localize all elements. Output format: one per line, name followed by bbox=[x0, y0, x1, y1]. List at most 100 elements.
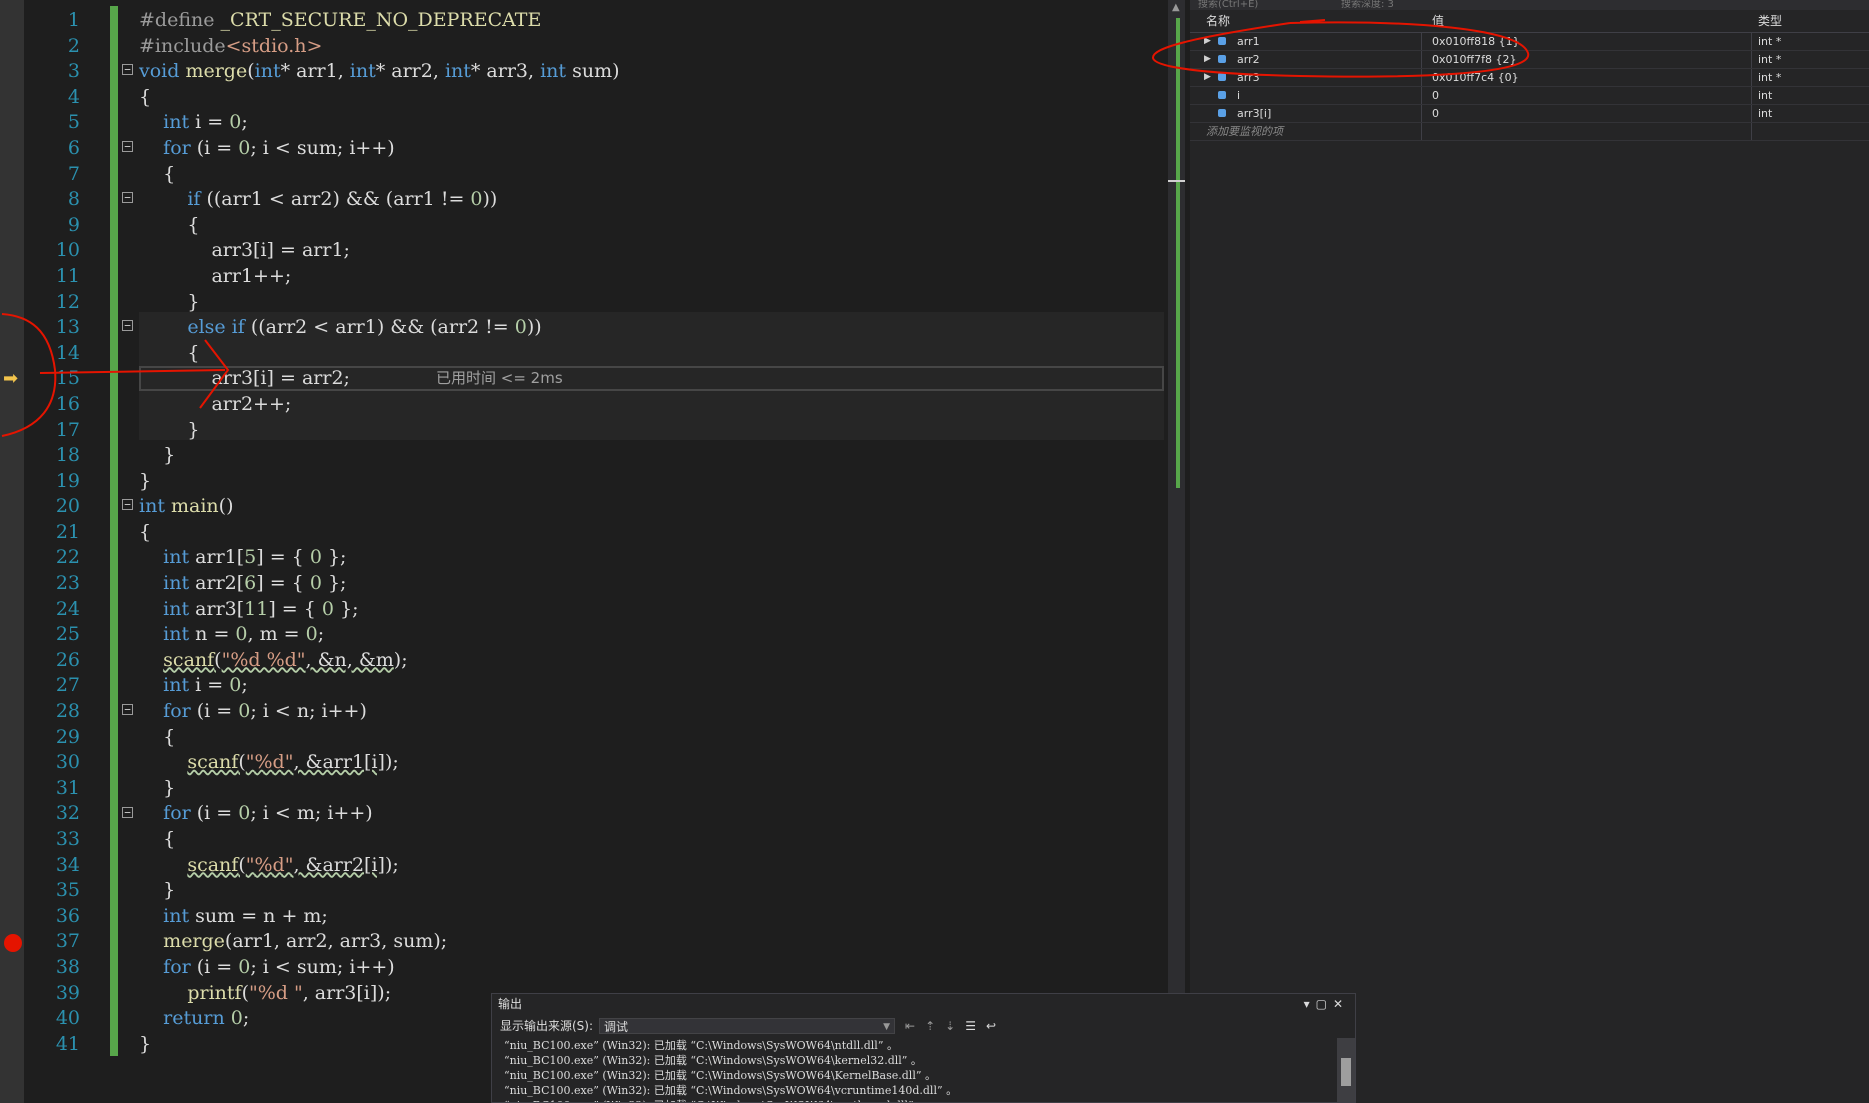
code-line[interactable]: } bbox=[139, 443, 1169, 469]
perf-tip[interactable]: 已用时间 <= 2ms bbox=[436, 367, 563, 389]
code-line[interactable]: int n = 0, m = 0; bbox=[139, 622, 1169, 648]
watch-row[interactable]: i 0 int bbox=[1190, 87, 1869, 105]
find-message-icon[interactable]: ⇤ bbox=[905, 1014, 915, 1038]
collapse-icon[interactable]: − bbox=[122, 64, 133, 76]
column-header-type[interactable]: 类型 bbox=[1752, 10, 1869, 32]
code-line[interactable]: { bbox=[139, 85, 1169, 111]
editor-vertical-scrollbar[interactable]: ▲ bbox=[1168, 0, 1185, 1103]
collapse-icon[interactable]: − bbox=[122, 806, 133, 818]
watch-name-cell[interactable]: arr3[i] bbox=[1190, 105, 1422, 122]
clear-all-icon[interactable]: ☰ bbox=[965, 1014, 976, 1038]
code-line[interactable]: for (i = 0; i < m; i++) bbox=[139, 801, 1169, 827]
code-line[interactable]: { bbox=[139, 725, 1169, 751]
code-line[interactable]: if ((arr1 < arr2) && (arr1 != 0)) bbox=[139, 187, 1169, 213]
code-token: 0 bbox=[235, 623, 248, 646]
expand-icon[interactable]: ▶ bbox=[1204, 33, 1211, 50]
expand-icon[interactable]: ▶ bbox=[1204, 51, 1211, 68]
dropdown-icon[interactable]: ▾ bbox=[1304, 997, 1316, 1011]
code-line[interactable]: arr2++; bbox=[139, 392, 1169, 418]
code-line[interactable]: for (i = 0; i < n; i++) bbox=[139, 699, 1169, 725]
code-line[interactable]: int arr3[11] = { 0 }; bbox=[139, 597, 1169, 623]
code-line[interactable]: for (i = 0; i < sum; i++) bbox=[139, 955, 1169, 981]
code-line[interactable]: arr3[i] = arr1; bbox=[139, 238, 1169, 264]
code-token: int bbox=[163, 111, 190, 134]
code-line[interactable]: #define _CRT_SECURE_NO_DEPRECATE bbox=[139, 8, 1169, 34]
code-line[interactable]: { bbox=[139, 827, 1169, 853]
output-titlebar[interactable]: 输出 ▾▢✕ bbox=[492, 994, 1355, 1014]
next-message-icon[interactable]: ⇣ bbox=[945, 1014, 955, 1038]
code-line[interactable]: { bbox=[139, 162, 1169, 188]
code-editor[interactable]: 1 2 3 4 5 6 7 8 9 10 11 12 13 14 15 16 17 18 19 20 21 22 23 24 2… bbox=[0, 0, 1185, 1103]
output-scrollbar[interactable] bbox=[1337, 1038, 1355, 1102]
breakpoint-icon[interactable] bbox=[4, 933, 22, 952]
code-line[interactable]: arr3[i] = arr2; bbox=[139, 366, 1169, 392]
code-line[interactable]: } bbox=[139, 418, 1169, 444]
code-line[interactable]: { bbox=[139, 520, 1169, 546]
watch-row[interactable]: ▶ arr1 0x010ff818 {1} int * bbox=[1190, 33, 1869, 51]
code-line[interactable]: scanf("%d %d", &n, &m); bbox=[139, 648, 1169, 674]
watch-row[interactable]: ▶ arr3 0x010ff7c4 {0} int * bbox=[1190, 69, 1869, 87]
code-line[interactable]: int arr2[6] = { 0 }; bbox=[139, 571, 1169, 597]
code-line[interactable]: int i = 0; bbox=[139, 673, 1169, 699]
collapse-icon[interactable]: − bbox=[122, 192, 133, 204]
code-line[interactable]: int main() bbox=[139, 494, 1169, 520]
watch-add-row[interactable]: 添加要监视的项 bbox=[1190, 123, 1869, 141]
code-line[interactable]: } bbox=[139, 776, 1169, 802]
code-line[interactable]: } bbox=[139, 290, 1169, 316]
code-line[interactable]: #include<stdio.h> bbox=[139, 34, 1169, 60]
watch-search-input[interactable]: 搜索(Ctrl+E) bbox=[1198, 0, 1258, 10]
watch-value[interactable]: 0 bbox=[1422, 105, 1752, 122]
column-header-value[interactable]: 值 bbox=[1422, 10, 1752, 32]
watch-row[interactable]: arr3[i] 0 int bbox=[1190, 105, 1869, 123]
line-number: 20 bbox=[55, 495, 80, 518]
code-token: , &n, &m bbox=[305, 648, 394, 671]
scrollbar-thumb[interactable] bbox=[1168, 180, 1185, 182]
collapse-icon[interactable]: − bbox=[122, 141, 133, 152]
output-source-select[interactable]: 调试 ▼ bbox=[599, 1018, 896, 1034]
collapse-icon[interactable]: − bbox=[122, 499, 133, 511]
code-line[interactable]: int i = 0; bbox=[139, 110, 1169, 136]
search-depth-value[interactable]: 3 bbox=[1388, 0, 1394, 10]
close-icon[interactable]: ✕ bbox=[1333, 997, 1349, 1011]
column-header-name[interactable]: 名称 bbox=[1190, 10, 1422, 32]
watch-row[interactable]: ▶ arr2 0x010ff7f8 {2} int * bbox=[1190, 51, 1869, 69]
maximize-icon[interactable]: ▢ bbox=[1316, 997, 1333, 1011]
code-token: for bbox=[163, 136, 191, 159]
code-line[interactable]: void merge(int* arr1, int* arr2, int* ar… bbox=[139, 59, 1169, 85]
code-line[interactable]: { bbox=[139, 341, 1169, 367]
code-token: { bbox=[139, 213, 200, 236]
code-line[interactable]: int sum = n + m; bbox=[139, 904, 1169, 930]
watch-value[interactable]: 0x010ff7f8 {2} bbox=[1422, 51, 1752, 68]
code-line[interactable]: scanf("%d", &arr1[i]); bbox=[139, 750, 1169, 776]
collapse-icon[interactable]: − bbox=[122, 704, 133, 716]
word-wrap-icon[interactable]: ↩ bbox=[986, 1014, 996, 1038]
code-line[interactable]: { bbox=[139, 213, 1169, 239]
output-window: 输出 ▾▢✕ 显示输出来源(S): 调试 ▼ ⇤ ⇡ ⇣ ☰ ↩ “niu_BC… bbox=[491, 993, 1356, 1103]
output-text[interactable]: “niu_BC100.exe” (Win32): 已加载 “C:\Windows… bbox=[492, 1038, 1337, 1102]
code-token: { bbox=[139, 828, 176, 850]
code-line[interactable]: } bbox=[139, 878, 1169, 904]
code-token: (i = bbox=[190, 955, 239, 978]
expand-icon[interactable]: ▶ bbox=[1204, 69, 1211, 86]
watch-value[interactable]: 0x010ff7c4 {0} bbox=[1422, 69, 1752, 86]
add-watch-placeholder[interactable]: 添加要监视的项 bbox=[1190, 123, 1422, 140]
code-line[interactable]: else if ((arr2 < arr1) && (arr2 != 0)) bbox=[139, 315, 1169, 341]
code-line[interactable]: } bbox=[139, 469, 1169, 495]
watch-value[interactable]: 0x010ff818 {1} bbox=[1422, 33, 1752, 50]
code-line[interactable]: scanf("%d", &arr2[i]); bbox=[139, 853, 1169, 879]
watch-name-cell[interactable]: i bbox=[1190, 87, 1422, 104]
code-line[interactable]: merge(arr1, arr2, arr3, sum); bbox=[139, 929, 1169, 955]
scroll-up-icon[interactable]: ▲ bbox=[1172, 2, 1180, 13]
watch-name-cell[interactable]: ▶ arr2 bbox=[1190, 51, 1422, 68]
output-scroll-thumb[interactable] bbox=[1341, 1058, 1351, 1086]
code-token: #include bbox=[139, 34, 226, 57]
code-area[interactable]: #define _CRT_SECURE_NO_DEPRECATE #include… bbox=[139, 8, 1169, 1057]
watch-name-cell[interactable]: ▶ arr3 bbox=[1190, 69, 1422, 86]
watch-value[interactable]: 0 bbox=[1422, 87, 1752, 104]
prev-message-icon[interactable]: ⇡ bbox=[925, 1014, 935, 1038]
code-line[interactable]: for (i = 0; i < sum; i++) bbox=[139, 136, 1169, 162]
watch-name-cell[interactable]: ▶ arr1 bbox=[1190, 33, 1422, 50]
code-line[interactable]: int arr1[5] = { 0 }; bbox=[139, 545, 1169, 571]
watch-search-bar[interactable]: 搜索(Ctrl+E) 搜索深度: 3 bbox=[1190, 0, 1869, 10]
code-line[interactable]: arr1++; bbox=[139, 264, 1169, 290]
